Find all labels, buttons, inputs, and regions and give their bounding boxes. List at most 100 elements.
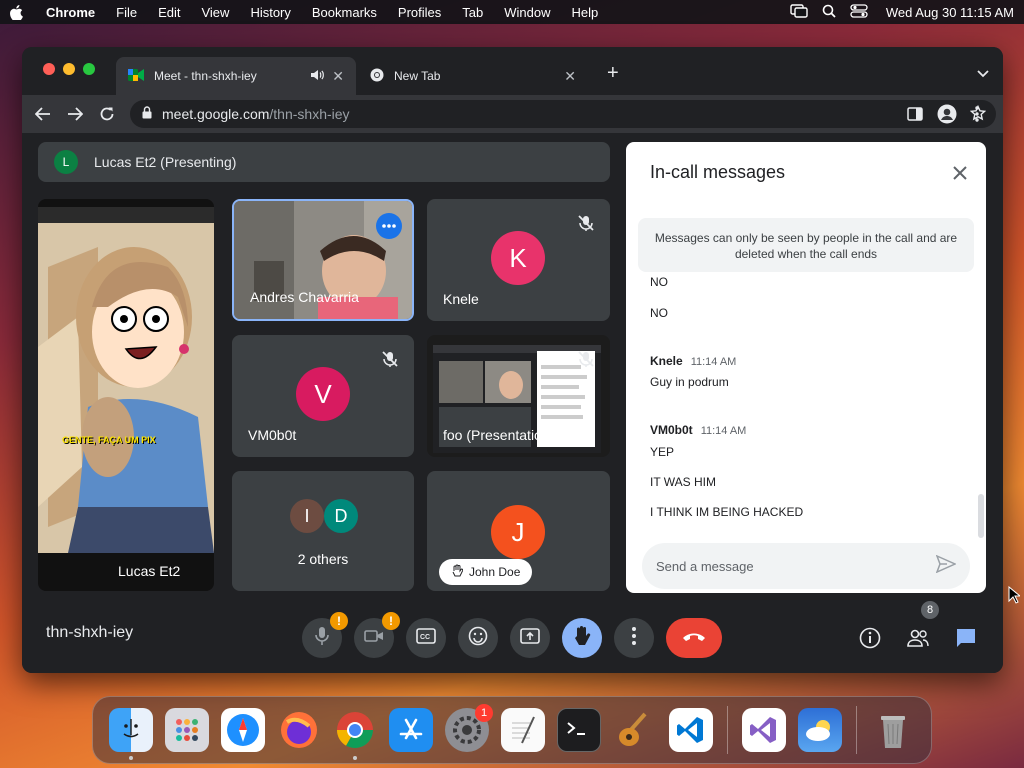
knele-avatar: K (491, 231, 545, 285)
weather-icon[interactable] (798, 708, 842, 752)
close-icon[interactable] (952, 164, 968, 187)
settings-notification-badge: 1 (475, 704, 493, 722)
chat-bubble-icon[interactable] (953, 625, 979, 651)
tile-name-knele: Knele (443, 291, 479, 307)
close-tab-icon[interactable]: ✕ (332, 68, 344, 85)
menu-app-name[interactable]: Chrome (46, 5, 95, 20)
menu-help[interactable]: Help (572, 5, 599, 20)
profile-avatar-icon[interactable] (937, 104, 957, 129)
participant-tile-knele[interactable]: K Knele (427, 199, 610, 321)
url-host: meet.google.com (162, 106, 270, 122)
control-center-icon[interactable] (850, 3, 868, 21)
others-avatar-i: I (290, 499, 324, 533)
present-screen-icon (520, 627, 540, 649)
menu-edit[interactable]: Edit (158, 5, 180, 20)
chrome-window: Meet - thn-shxh-iey ✕ New Tab ✕ + meet.g… (22, 47, 1003, 673)
reload-icon[interactable] (96, 103, 118, 125)
close-tab-icon[interactable]: ✕ (564, 68, 576, 85)
leave-call-button[interactable] (666, 618, 722, 658)
chat-message-partial: NO (650, 276, 668, 289)
chat-author: VM0b0t (650, 423, 693, 437)
chat-message: Guy in podrum (650, 375, 729, 389)
microphone-button[interactable]: ! (302, 612, 348, 658)
tile-name-foo: foo (Presentation) (443, 427, 555, 443)
more-options-button[interactable] (614, 618, 654, 658)
menu-tab[interactable]: Tab (462, 5, 483, 20)
system-settings-icon[interactable]: 1 (445, 704, 493, 752)
menu-file[interactable]: File (116, 5, 137, 20)
browser-toolbar: meet.google.com/thn-shxh-iey (22, 95, 1003, 133)
url-path: /thn-shxh-iey (269, 106, 350, 122)
menu-window[interactable]: Window (504, 5, 550, 20)
zoom-window-button[interactable] (83, 63, 95, 75)
menu-profiles[interactable]: Profiles (398, 5, 441, 20)
people-icon[interactable] (905, 625, 931, 651)
tile-name-john: John Doe (469, 565, 521, 579)
back-arrow-icon[interactable] (32, 103, 54, 125)
tab-title: Meet - thn-shxh-iey (154, 69, 257, 83)
new-tab-plus-icon[interactable]: + (607, 62, 619, 85)
apple-icon[interactable] (10, 4, 24, 20)
running-indicator (129, 756, 133, 760)
chat-compose-box (642, 543, 970, 589)
textedit-icon[interactable] (501, 708, 545, 752)
screen-mirroring-icon[interactable] (790, 3, 808, 21)
presenting-banner[interactable]: L Lucas Et2 (Presenting) (38, 142, 610, 182)
tile-name-andres: Andres Chavarria (250, 289, 359, 305)
chat-message: YEP (650, 445, 675, 459)
muted-mic-icon (380, 349, 400, 369)
raise-hand-button[interactable] (562, 618, 602, 658)
spotlight-search-icon[interactable] (822, 4, 836, 21)
menubar-clock[interactable]: Wed Aug 30 11:15 AM (886, 5, 1014, 20)
participant-tile-john[interactable]: J John Doe (427, 471, 610, 591)
safari-icon[interactable] (221, 708, 265, 752)
menu-view[interactable]: View (201, 5, 229, 20)
garageband-icon[interactable] (613, 708, 657, 752)
captions-button[interactable]: CC (406, 618, 446, 658)
launchpad-icon[interactable] (165, 708, 209, 752)
tab-audio-icon[interactable] (310, 69, 325, 84)
site-info-lock-icon[interactable] (142, 106, 152, 122)
close-window-button[interactable] (43, 63, 55, 75)
chat-message-list[interactable]: NO NO Knele 11:14 AM Guy in podrum VM0b0t… (650, 276, 970, 526)
chat-timestamp: 11:14 AM (690, 356, 737, 368)
tile-name-vm0b0t: VM0b0t (248, 427, 297, 443)
participant-tile-others[interactable]: I D 2 others (232, 471, 414, 591)
reactions-button[interactable] (458, 618, 498, 658)
presenter-avatar: L (54, 150, 78, 174)
participant-tile-vm0b0t[interactable]: V VM0b0t (232, 335, 414, 457)
minimize-window-button[interactable] (63, 63, 75, 75)
menu-bookmarks[interactable]: Bookmarks (312, 5, 377, 20)
running-indicator (353, 756, 357, 760)
trash-icon[interactable] (871, 708, 915, 752)
send-message-input[interactable] (656, 558, 936, 574)
chrome-menu-kebab-icon[interactable] (975, 106, 979, 127)
tab-meet[interactable]: Meet - thn-shxh-iey ✕ (116, 57, 356, 95)
vscode-icon[interactable] (669, 708, 713, 752)
phone-screen-share: GENTE, FAÇA UM PIX (38, 207, 214, 553)
menu-history[interactable]: History (250, 5, 290, 20)
present-screen-button[interactable] (510, 618, 550, 658)
side-panel-icon[interactable] (907, 106, 923, 127)
camera-button[interactable]: ! (354, 612, 400, 658)
address-bar[interactable]: meet.google.com/thn-shxh-iey (130, 100, 996, 128)
chrome-icon[interactable] (333, 708, 377, 760)
dock-separator (727, 706, 728, 754)
presentation-tile-phone[interactable]: GENTE, FAÇA UM PIX Lucas Et2 (38, 199, 214, 591)
chat-message: NO (650, 306, 668, 320)
terminal-icon[interactable] (557, 708, 601, 752)
presentation-tile-foo[interactable]: foo (Presentation) (427, 335, 610, 457)
mouse-cursor-icon (1008, 585, 1022, 609)
firefox-icon[interactable] (277, 708, 321, 752)
hang-up-phone-icon (682, 629, 706, 647)
chat-scrollbar[interactable] (978, 494, 984, 538)
send-icon[interactable] (935, 554, 957, 578)
finder-icon[interactable] (109, 708, 153, 760)
tab-search-chevron-icon[interactable] (977, 65, 989, 83)
forward-arrow-icon[interactable] (64, 103, 86, 125)
visual-studio-icon[interactable] (742, 708, 786, 752)
participant-tile-andres[interactable]: Andres Chavarria (232, 199, 414, 321)
tab-new-tab[interactable]: New Tab ✕ (358, 57, 588, 95)
app-store-icon[interactable] (389, 708, 433, 752)
meeting-details-info-icon[interactable] (857, 625, 883, 651)
